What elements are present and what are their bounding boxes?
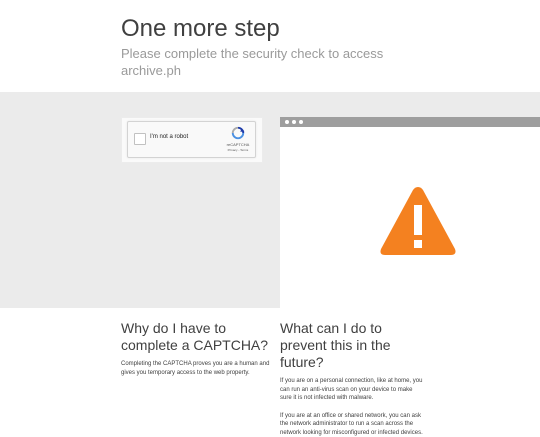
recaptcha-widget[interactable]: I'm not a robot reCAPTCHA Privacy - Term… <box>127 121 256 158</box>
why-heading: Why do I have to complete a CAPTCHA? <box>121 320 271 354</box>
warning-bar <box>414 205 422 235</box>
warning-icon <box>379 185 457 257</box>
browser-dot <box>285 120 289 124</box>
info-left: Why do I have to complete a CAPTCHA? Com… <box>121 320 271 377</box>
browser-dot <box>292 120 296 124</box>
captcha-label: I'm not a robot <box>150 134 188 140</box>
recaptcha-links: Privacy - Terms <box>223 148 253 152</box>
page-header: One more step Please complete the securi… <box>0 0 540 92</box>
captcha-checkbox[interactable] <box>134 133 146 145</box>
browser-dot <box>299 120 303 124</box>
terms-link[interactable]: Terms <box>240 148 248 152</box>
why-body: Completing the CAPTCHA proves you are a … <box>121 360 271 377</box>
prevent-body-personal: If you are on a personal connection, lik… <box>280 377 425 403</box>
browser-titlebar <box>280 117 540 127</box>
page-subtitle: Please complete the security check to ac… <box>121 45 391 79</box>
page-title: One more step <box>121 15 280 43</box>
info-right: What can I do to prevent this in the fut… <box>280 320 425 437</box>
prevent-heading: What can I do to prevent this in the fut… <box>280 320 425 371</box>
privacy-link[interactable]: Privacy <box>228 148 238 152</box>
recaptcha-brand: reCAPTCHA <box>223 142 253 147</box>
prevent-body-office: If you are at an office or shared networ… <box>280 412 425 437</box>
warning-dot <box>414 240 422 248</box>
recaptcha-logo-icon <box>231 126 245 140</box>
